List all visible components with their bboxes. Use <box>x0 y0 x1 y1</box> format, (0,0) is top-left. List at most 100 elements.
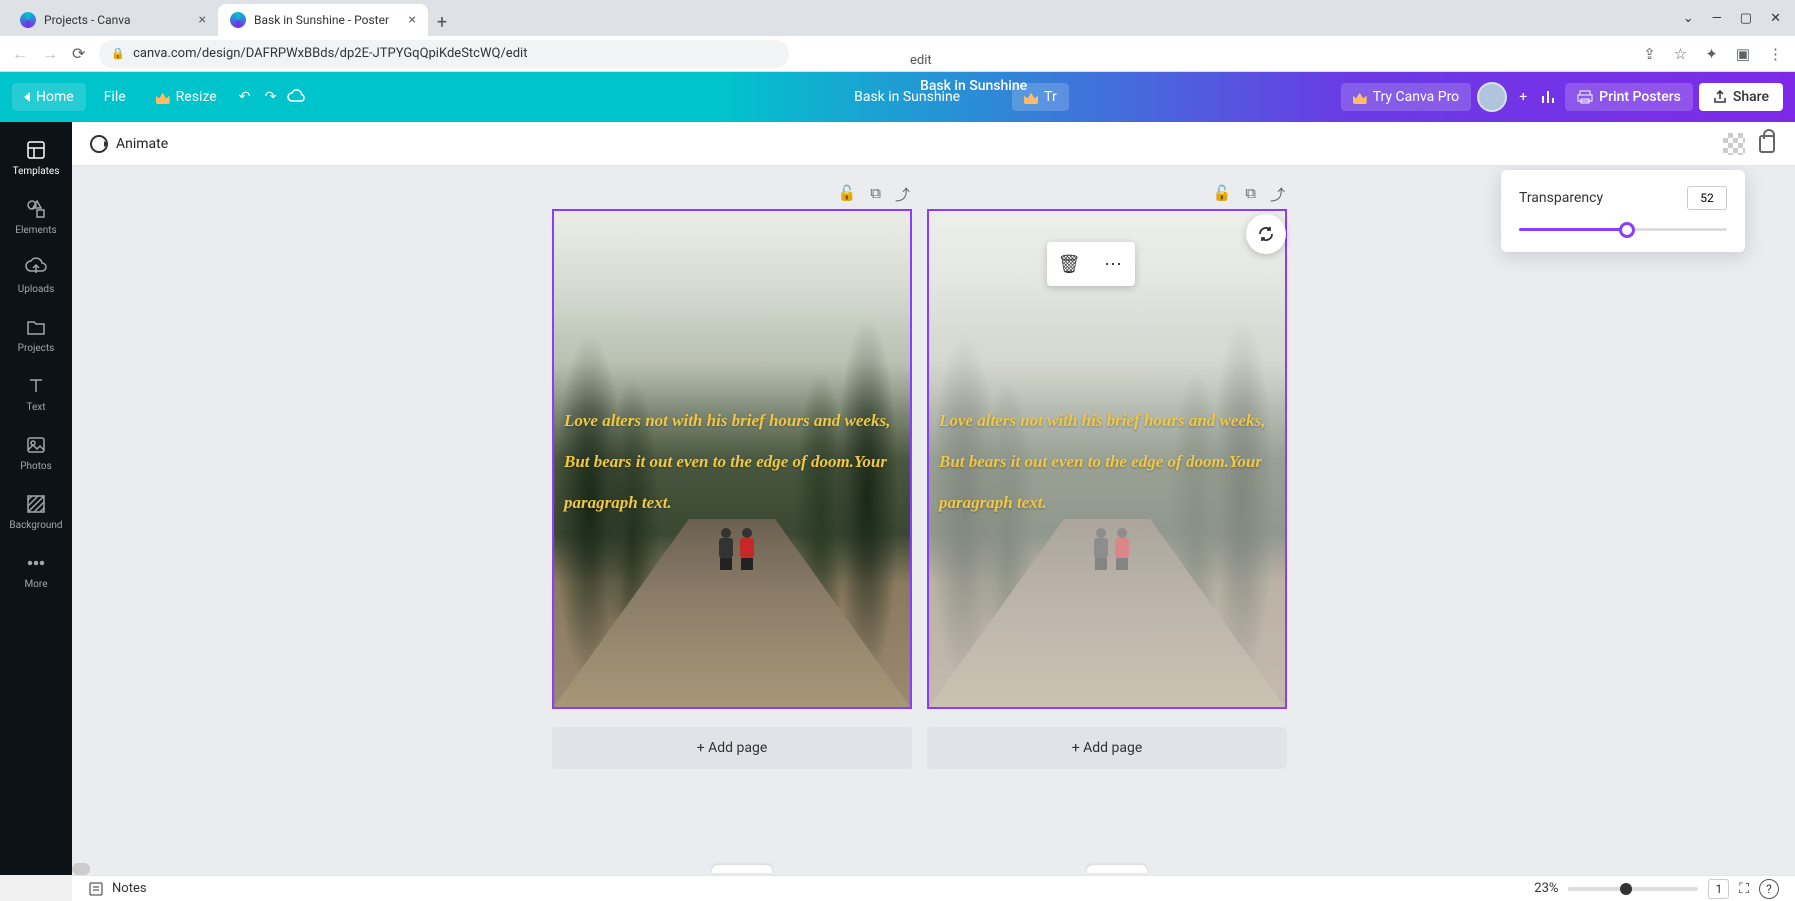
sidebar-label: Photos <box>20 461 52 472</box>
window-controls: ⌄ — ▢ ✕ <box>1669 0 1795 36</box>
sidebar-item-elements[interactable]: Elements <box>0 187 72 246</box>
extensions-icon[interactable]: ✦ <box>1705 45 1718 63</box>
browser-tab-strip: Projects - Canva × Bask in Sunshine - Po… <box>0 0 1795 36</box>
try-pro-label: Tr <box>1044 89 1057 105</box>
file-button[interactable]: File <box>92 83 138 111</box>
avatar[interactable] <box>1477 82 1507 112</box>
sidebar-label: More <box>24 579 47 590</box>
share-url-icon[interactable]: ⇪ <box>1643 45 1656 63</box>
print-posters-button[interactable]: Print Posters <box>1565 83 1693 111</box>
address-bar: ← → ⟳ 🔒 canva.com/design/DAFRPWxBBds/dp2… <box>0 36 1795 72</box>
sidebar-item-uploads[interactable]: Uploads <box>0 246 72 305</box>
file-label: File <box>104 89 126 105</box>
new-tab-button[interactable]: + <box>428 8 456 36</box>
person-1 <box>1093 528 1109 568</box>
url-suffix: edit <box>910 53 932 68</box>
page-1[interactable]: Love alters not with his brief hours and… <box>552 209 912 709</box>
try-pro-button[interactable]: Try Canva Pro <box>1341 83 1471 111</box>
duplicate-page-icon[interactable]: ⧉ <box>1245 184 1256 205</box>
more-options-button[interactable]: ⋯ <box>1091 242 1135 286</box>
sidebar-item-background[interactable]: Background <box>0 482 72 541</box>
elements-icon <box>24 197 48 221</box>
transparency-label: Transparency <box>1519 190 1603 206</box>
share-icon <box>1713 90 1727 104</box>
close-icon[interactable]: × <box>199 12 206 28</box>
canva-toolbar: Home File Resize ↶ ↷ Bask in Sunshine Tr… <box>0 72 1795 122</box>
add-member-icon[interactable]: + <box>1513 87 1533 107</box>
redo-button[interactable]: ↷ <box>261 87 281 107</box>
maximize-icon[interactable]: ▢ <box>1740 11 1752 26</box>
slider-thumb[interactable] <box>1619 222 1635 238</box>
sidebar-label: Templates <box>13 166 60 177</box>
zoom-value: 23% <box>1534 881 1558 896</box>
projects-icon <box>24 315 48 339</box>
horizontal-scrollbar[interactable] <box>72 863 90 875</box>
zoom-thumb[interactable] <box>1620 883 1632 895</box>
lock-page-icon[interactable]: 🔓 <box>838 184 857 205</box>
uploads-icon <box>24 256 48 280</box>
tab-title: Projects - Canva <box>44 13 130 27</box>
zoom-slider[interactable] <box>1568 887 1698 891</box>
templates-icon <box>24 138 48 162</box>
more-icon <box>24 551 48 575</box>
transparency-button[interactable] <box>1723 133 1745 155</box>
animate-button[interactable]: Animate <box>90 135 168 153</box>
fullscreen-icon[interactable]: ⛶ <box>1739 881 1749 897</box>
sidebar-item-photos[interactable]: Photos <box>0 423 72 482</box>
sidebar-item-text[interactable]: Text <box>0 364 72 423</box>
text-icon <box>24 374 48 398</box>
reload-icon[interactable]: ⟳ <box>72 44 85 63</box>
poem-text[interactable]: Love alters not with his brief hours and… <box>564 401 900 523</box>
page-indicator[interactable]: 1 <box>1708 879 1729 899</box>
regenerate-button[interactable] <box>1246 214 1286 254</box>
notes-label: Notes <box>112 881 147 896</box>
share-button[interactable]: Share <box>1699 83 1783 111</box>
resize-button[interactable]: Resize <box>144 83 229 111</box>
add-page-label: + Add page <box>1072 740 1143 756</box>
delete-element-button[interactable]: 🗑 <box>1047 242 1091 286</box>
add-page-icon[interactable]: ⤴ <box>1270 184 1285 205</box>
forward-icon[interactable]: → <box>42 44 58 64</box>
sidebar-label: Uploads <box>18 284 54 295</box>
home-label: Home <box>36 89 74 105</box>
undo-button[interactable]: ↶ <box>235 87 255 107</box>
lock-page-icon[interactable]: 🔓 <box>1213 184 1232 205</box>
transparency-slider[interactable] <box>1519 222 1727 236</box>
road <box>929 519 1285 707</box>
sidebar-item-projects[interactable]: Projects <box>0 305 72 364</box>
add-page-button[interactable]: + Add page <box>927 727 1287 769</box>
canvas-area[interactable]: Transparency 🔓 ⧉ ⤴ Love alters not with … <box>72 166 1795 875</box>
add-page-icon[interactable]: ⤴ <box>895 184 910 205</box>
browser-menu-icon[interactable]: ⋮ <box>1768 45 1783 63</box>
url-input[interactable]: 🔒 canva.com/design/DAFRPWxBBds/dp2E-JTPY… <box>99 40 789 68</box>
home-button[interactable]: Home <box>12 83 86 111</box>
lock-button[interactable] <box>1759 135 1775 153</box>
sidebar-item-templates[interactable]: Templates <box>0 128 72 187</box>
sidebar-item-more[interactable]: More <box>0 541 72 600</box>
notes-button[interactable]: Notes <box>88 881 147 897</box>
back-icon[interactable]: ← <box>12 44 28 64</box>
animate-label: Animate <box>116 136 168 152</box>
browser-tab-projects[interactable]: Projects - Canva × <box>8 4 218 36</box>
page-handle[interactable] <box>1087 865 1147 873</box>
person-2 <box>1114 528 1130 568</box>
tab-title: Bask in Sunshine - Poster <box>254 13 389 27</box>
insights-icon[interactable] <box>1539 87 1559 107</box>
close-icon[interactable]: × <box>409 12 416 28</box>
duplicate-page-icon[interactable]: ⧉ <box>870 184 881 205</box>
chevron-down-icon[interactable]: ⌄ <box>1683 11 1694 26</box>
bookmark-icon[interactable]: ☆ <box>1674 45 1687 63</box>
transparency-input[interactable] <box>1687 186 1727 210</box>
help-icon[interactable]: ? <box>1759 879 1779 899</box>
add-page-button[interactable]: + Add page <box>552 727 912 769</box>
page-handle[interactable] <box>712 865 772 873</box>
poem-text[interactable]: Love alters not with his brief hours and… <box>939 401 1275 523</box>
slider-fill <box>1519 228 1627 231</box>
close-window-icon[interactable]: ✕ <box>1770 11 1781 26</box>
reader-icon[interactable]: ▣ <box>1736 45 1750 63</box>
bottom-bar: Notes 23% 1 ⛶ ? <box>72 875 1795 901</box>
cloud-sync-icon[interactable] <box>287 87 307 107</box>
browser-tab-design[interactable]: Bask in Sunshine - Poster × <box>218 4 428 36</box>
resize-label: Resize <box>176 89 217 105</box>
minimize-icon[interactable]: — <box>1712 11 1722 26</box>
